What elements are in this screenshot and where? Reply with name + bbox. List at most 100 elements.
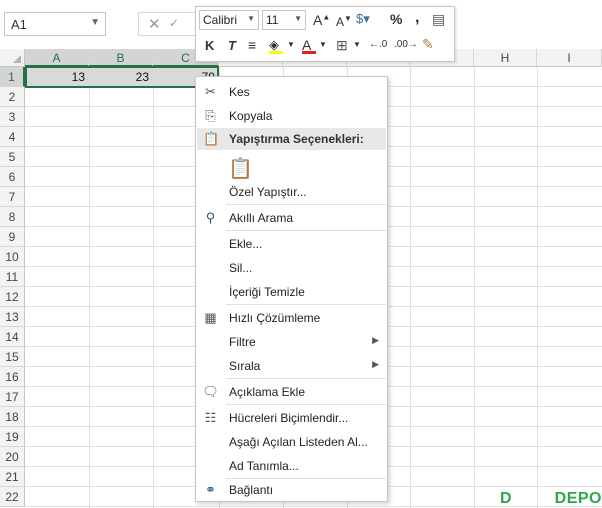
menu-item-label: Filtre: [229, 335, 256, 349]
menu-item-filter[interactable]: Filtre ▶: [196, 331, 387, 353]
decrease-decimal-icon[interactable]: .00→: [394, 39, 418, 50]
row-header-15[interactable]: 15: [0, 347, 25, 367]
watermark-letter: D: [500, 490, 512, 507]
menu-item-label: Bağlantı: [229, 483, 274, 497]
menu-item-insert-comment[interactable]: 🗨 Açıklama Ekle: [196, 381, 387, 403]
watermark-logo: D DEPO: [496, 490, 602, 508]
row-header-8[interactable]: 8: [0, 207, 25, 227]
enter-icon[interactable]: ✓: [169, 16, 179, 30]
menu-item-label: Kopyala: [229, 109, 273, 123]
increase-decimal-icon[interactable]: ←.0: [369, 39, 387, 50]
menu-item-cut[interactable]: ✂ Kes: [196, 81, 387, 103]
menu-item-sort[interactable]: Sırala ▶: [196, 355, 387, 377]
gridline-vertical: [410, 67, 411, 508]
column-header-i[interactable]: I: [537, 49, 602, 67]
row-header-6[interactable]: 6: [0, 167, 25, 187]
menu-item-label: Hücreleri Biçimlendir...: [229, 411, 349, 425]
format-cells-icon: ☷: [204, 410, 217, 425]
font-size-dropdown[interactable]: 11 ▼: [262, 10, 306, 30]
font-size-value: 11: [266, 13, 279, 27]
menu-separator: [226, 404, 386, 405]
menu-item-insert[interactable]: Ekle...: [196, 233, 387, 255]
menu-item-label: Hızlı Çözümleme: [229, 311, 321, 325]
format-painter-icon[interactable]: ✎: [422, 36, 434, 53]
menu-separator: [226, 378, 386, 379]
gridline-vertical: [153, 67, 154, 508]
submenu-arrow-icon: ▶: [372, 359, 379, 369]
search-icon: ⚲: [205, 210, 216, 225]
select-all-corner[interactable]: [0, 49, 25, 67]
name-box[interactable]: A1 ▼: [4, 12, 106, 36]
paste-option-keep-text[interactable]: 📋: [196, 154, 387, 182]
gridline-vertical: [537, 67, 538, 508]
row-header-19[interactable]: 19: [0, 427, 25, 447]
decrease-font-icon[interactable]: A▼: [336, 14, 352, 29]
chevron-down-icon[interactable]: ▼: [319, 40, 327, 49]
chevron-down-icon: ▼: [247, 14, 255, 23]
column-header-a[interactable]: A: [25, 49, 89, 67]
row-header-4[interactable]: 4: [0, 127, 25, 147]
row-header-5[interactable]: 5: [0, 147, 25, 167]
menu-item-quick-analysis[interactable]: ▦ Hızlı Çözümleme: [196, 307, 387, 329]
submenu-arrow-icon: ▶: [372, 335, 379, 345]
chevron-down-icon[interactable]: ▼: [353, 40, 361, 49]
row-header-14[interactable]: 14: [0, 327, 25, 347]
format-table-icon[interactable]: ▤: [432, 11, 445, 28]
menu-item-define-name[interactable]: Ad Tanımla...: [196, 455, 387, 477]
chevron-down-icon[interactable]: ▼: [90, 17, 100, 28]
row-header-17[interactable]: 17: [0, 387, 25, 407]
menu-item-label: Aşağı Açılan Listeden Al...: [229, 435, 368, 449]
menu-item-smart-lookup[interactable]: ⚲ Akıllı Arama: [196, 207, 387, 229]
menu-item-copy[interactable]: ⎘ Kopyala: [196, 105, 387, 127]
menu-item-clear-contents[interactable]: İçeriği Temizle: [196, 281, 387, 303]
gridline-vertical: [89, 67, 90, 508]
row-header-18[interactable]: 18: [0, 407, 25, 427]
fill-color-icon[interactable]: ◈: [269, 37, 283, 54]
row-header-21[interactable]: 21: [0, 467, 25, 487]
bold-button[interactable]: K: [205, 38, 214, 53]
font-name-value: Calibri: [203, 13, 238, 27]
row-header-13[interactable]: 13: [0, 307, 25, 327]
borders-icon[interactable]: ⊞: [336, 37, 348, 54]
percent-style-button[interactable]: %: [390, 11, 402, 27]
menu-item-paste-special[interactable]: Özel Yapıştır...: [196, 181, 387, 203]
row-header-16[interactable]: 16: [0, 367, 25, 387]
paste-options-label: Yapıştırma Seçenekleri:: [229, 132, 364, 146]
gridline-vertical: [474, 67, 475, 508]
copy-icon: ⎘: [205, 108, 216, 123]
row-header-3[interactable]: 3: [0, 107, 25, 127]
name-box-value: A1: [11, 17, 27, 32]
row-header-10[interactable]: 10: [0, 247, 25, 267]
row-header-2[interactable]: 2: [0, 87, 25, 107]
menu-item-format-cells[interactable]: ☷ Hücreleri Biçimlendir...: [196, 407, 387, 429]
increase-font-icon[interactable]: A▲: [313, 12, 330, 28]
menu-separator: [226, 230, 386, 231]
font-color-icon[interactable]: A: [302, 37, 316, 54]
accounting-format-icon[interactable]: $▾: [356, 11, 370, 27]
menu-item-label: Sırala: [229, 359, 261, 373]
column-header-b[interactable]: B: [89, 49, 153, 67]
row-header-20[interactable]: 20: [0, 447, 25, 467]
row-header-1[interactable]: 1: [0, 67, 25, 87]
menu-item-pick-from-list[interactable]: Aşağı Açılan Listeden Al...: [196, 431, 387, 453]
link-icon: ⚭: [205, 482, 216, 497]
cancel-icon[interactable]: ✕: [148, 15, 161, 33]
menu-item-link[interactable]: ⚭ Bağlantı: [196, 479, 387, 501]
row-header-7[interactable]: 7: [0, 187, 25, 207]
font-name-dropdown[interactable]: Calibri ▼: [199, 10, 259, 30]
italic-button[interactable]: T: [228, 38, 236, 53]
row-header-22[interactable]: 22: [0, 487, 25, 507]
menu-item-label: Açıklama Ekle: [229, 385, 306, 399]
row-header-12[interactable]: 12: [0, 287, 25, 307]
column-header-h[interactable]: H: [474, 49, 537, 67]
menu-item-delete[interactable]: Sil...: [196, 257, 387, 279]
align-center-icon[interactable]: ≡: [248, 37, 256, 53]
comma-style-button[interactable]: ,: [415, 9, 419, 27]
row-header-11[interactable]: 11: [0, 267, 25, 287]
row-header-9[interactable]: 9: [0, 227, 25, 247]
scissors-icon: ✂: [205, 84, 216, 99]
menu-separator: [226, 304, 386, 305]
comment-icon: 🗨: [202, 384, 219, 399]
menu-item-label: Özel Yapıştır...: [229, 185, 307, 199]
chevron-down-icon[interactable]: ▼: [287, 40, 295, 49]
